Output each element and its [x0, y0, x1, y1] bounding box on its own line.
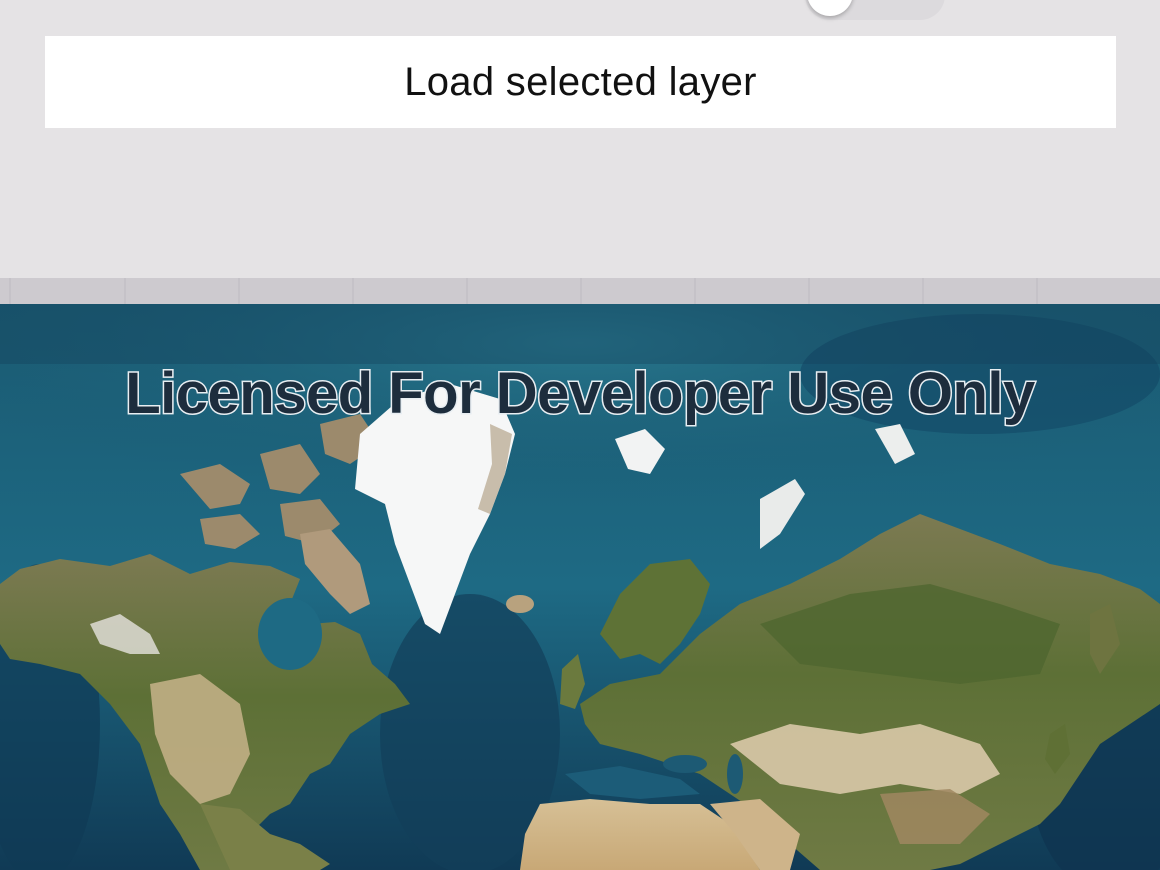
arctic-ocean-shade	[0, 304, 1160, 364]
layer-toggle[interactable]	[805, 0, 945, 20]
app-screen: Load selected layer Licensed For Develop…	[0, 0, 1160, 870]
caspian-sea	[727, 754, 743, 794]
toggle-knob[interactable]	[807, 0, 853, 16]
settings-panel: Load selected layer	[0, 0, 1160, 278]
hudson-bay	[258, 598, 322, 670]
iceland	[506, 595, 534, 613]
tile-grid	[9, 278, 1038, 306]
world-imagery-basemap[interactable]	[0, 304, 1160, 870]
black-sea	[663, 755, 707, 773]
load-selected-layer-button[interactable]: Load selected layer	[45, 36, 1116, 128]
map-view[interactable]: Licensed For Developer Use Only	[0, 278, 1160, 870]
map-tile-loading-strip	[0, 278, 1160, 306]
